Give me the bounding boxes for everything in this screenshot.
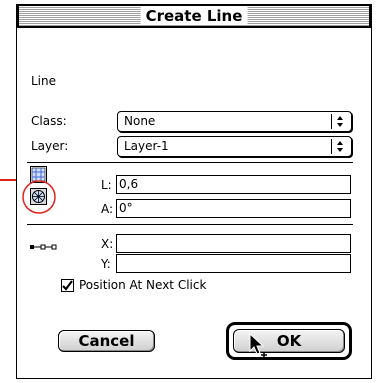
- popup-arrows-icon: [331, 139, 348, 154]
- layer-popup[interactable]: Layer-1: [117, 136, 352, 157]
- position-checkbox-label[interactable]: Position At Next Click: [79, 278, 206, 292]
- cancel-button[interactable]: Cancel: [58, 330, 155, 352]
- cancel-button-label: Cancel: [78, 332, 135, 350]
- checkmark-icon: [62, 280, 73, 291]
- annotation-circle: [22, 180, 56, 214]
- create-line-dialog: Create Line Line Class: None Layer: Laye…: [16, 4, 372, 379]
- layer-label: Layer:: [31, 139, 69, 153]
- class-popup[interactable]: None: [117, 111, 352, 132]
- length-field[interactable]: 0,6: [116, 175, 351, 194]
- x-label: X:: [101, 237, 114, 251]
- separator: [27, 162, 353, 163]
- class-popup-value: None: [124, 114, 156, 128]
- angle-label: A:: [101, 202, 114, 216]
- cursor-arrow-icon: [249, 333, 267, 358]
- x-field[interactable]: [116, 234, 351, 253]
- separator: [27, 224, 353, 225]
- y-field[interactable]: [116, 254, 351, 273]
- angle-field[interactable]: 0°: [116, 199, 351, 218]
- ok-button-label: OK: [276, 332, 302, 350]
- section-title: Line: [31, 74, 57, 88]
- line-endpoints-icon: [30, 244, 57, 250]
- dialog-title: Create Line: [140, 7, 248, 25]
- length-label: L:: [101, 178, 112, 192]
- y-label: Y:: [101, 257, 111, 271]
- layer-popup-value: Layer-1: [124, 139, 169, 153]
- position-checkbox[interactable]: [61, 279, 74, 292]
- popup-arrows-icon: [331, 114, 348, 129]
- title-bar[interactable]: Create Line: [17, 4, 371, 28]
- class-label: Class:: [31, 114, 67, 128]
